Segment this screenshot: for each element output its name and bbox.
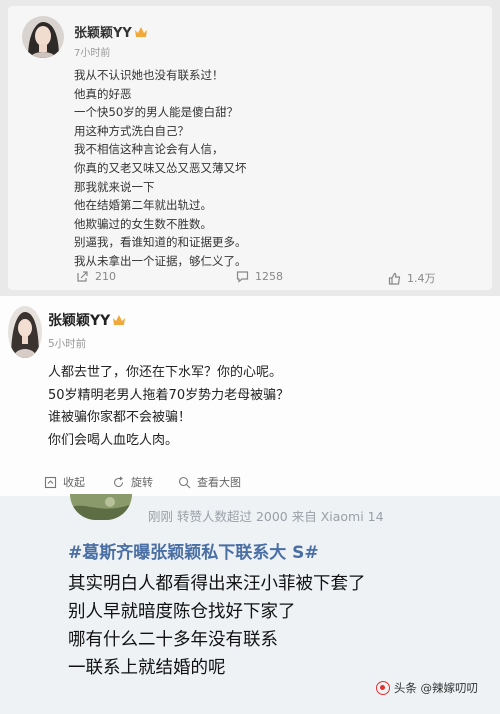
share-count: 210 bbox=[95, 270, 116, 283]
hashtag-link[interactable]: #葛斯齐曝张颖颖私下联系大 S# bbox=[68, 538, 319, 563]
post-body: 人都去世了，你还在下水军？你的心呢。 50岁精明老男人拖着70岁势力老母被骗？ … bbox=[48, 362, 488, 452]
avatar[interactable] bbox=[70, 494, 132, 520]
post-line: 他真的好恶 bbox=[74, 86, 132, 101]
comment-count: 1258 bbox=[255, 270, 283, 283]
post-line: 用这种方式洗白自己？ bbox=[74, 123, 189, 138]
thumbs-up-icon bbox=[388, 272, 401, 285]
post-line: 那我就来说一下 bbox=[74, 179, 155, 194]
post-line: 一联系上就结婚的呢 bbox=[68, 658, 226, 678]
view-large-button[interactable]: 查看大图 bbox=[178, 474, 241, 490]
rotate-icon bbox=[113, 476, 124, 487]
collapse-icon bbox=[44, 476, 57, 488]
post-card-1: 张颖颖YY 7小时前 我从不认识她也没有联系过！ 他真的好恶 一个快50岁的男人… bbox=[8, 6, 492, 290]
watermark: 头条 @辣嫁叨叨 bbox=[375, 680, 478, 696]
collapse-button[interactable]: 收起 bbox=[44, 474, 85, 490]
post-line: 哪有什么二十多年没有联系 bbox=[68, 630, 278, 650]
action-bar: 210 1258 1.4万 bbox=[8, 270, 492, 288]
post-time: 5小时前 bbox=[48, 338, 87, 350]
avatar[interactable] bbox=[22, 16, 64, 58]
post-line: 我从未拿出一个证据，够仁义了。 bbox=[74, 253, 247, 268]
post-line: 他在结婚第二年就出轨过。 bbox=[74, 198, 212, 213]
comment-icon bbox=[236, 271, 249, 283]
rotate-button[interactable]: 旋转 bbox=[112, 474, 153, 490]
post-line: 一个快50岁的男人能是傻白甜？ bbox=[74, 105, 239, 120]
post-line: 别逼我，看谁知道的和证据更多。 bbox=[74, 235, 247, 250]
image-action-bar: 收起 旋转 查看大图 bbox=[0, 474, 500, 492]
like-count: 1.4万 bbox=[407, 272, 436, 285]
post-line: 人都去世了，你还在下水军？你的心呢。 bbox=[48, 365, 283, 380]
author-name[interactable]: 张颖颖YY bbox=[74, 22, 148, 41]
comment-button[interactable]: 1258 bbox=[236, 270, 283, 283]
post-body: 我从不认识她也没有联系过！ 他真的好恶 一个快50岁的男人能是傻白甜？ 用这种方… bbox=[74, 66, 474, 271]
crown-icon bbox=[134, 27, 147, 37]
post-line: 我从不认识她也没有联系过！ bbox=[74, 68, 224, 82]
post-line: 我不相信这种言论会有人信， bbox=[74, 142, 224, 157]
post-body: 其实明白人都看得出来汪小菲被下套了 别人早就暗度陈仓找好下家了 哪有什么二十多年… bbox=[68, 570, 366, 682]
post-time: 7小时前 bbox=[74, 48, 111, 59]
share-icon bbox=[77, 271, 88, 282]
post-line: 谁被骗你家都不会被骗！ bbox=[48, 410, 192, 425]
crown-icon bbox=[113, 315, 126, 325]
post-line: 别人早就暗度陈仓找好下家了 bbox=[68, 602, 296, 622]
zoom-icon bbox=[178, 476, 191, 488]
post-card-2: 张颖颖YY 5小时前 人都去世了，你还在下水军？你的心呢。 50岁精明老男人拖着… bbox=[0, 296, 500, 496]
avatar[interactable] bbox=[8, 306, 42, 358]
author-name[interactable]: 张颖颖YY bbox=[48, 310, 126, 330]
post-line: 50岁精明老男人拖着70岁势力老母被骗？ bbox=[48, 387, 290, 403]
like-button[interactable]: 1.4万 bbox=[388, 270, 436, 286]
post-line: 他欺骗过的女生数不胜数。 bbox=[74, 216, 212, 231]
post-meta: 刚刚 转赞人数超过 2000 来自 Xiaomi 14 bbox=[148, 509, 384, 524]
share-button[interactable]: 210 bbox=[76, 270, 116, 283]
post-card-3: 刚刚 转赞人数超过 2000 来自 Xiaomi 14 #葛斯齐曝张颖颖私下联系… bbox=[0, 494, 500, 714]
post-line: 其实明白人都看得出来汪小菲被下套了 bbox=[68, 574, 366, 594]
post-line: 你们会喝人血吃人肉。 bbox=[48, 432, 179, 448]
post-line: 你真的又老又味又怂又恶又薄又坏 bbox=[74, 160, 247, 175]
toutiao-logo-icon bbox=[375, 681, 390, 695]
